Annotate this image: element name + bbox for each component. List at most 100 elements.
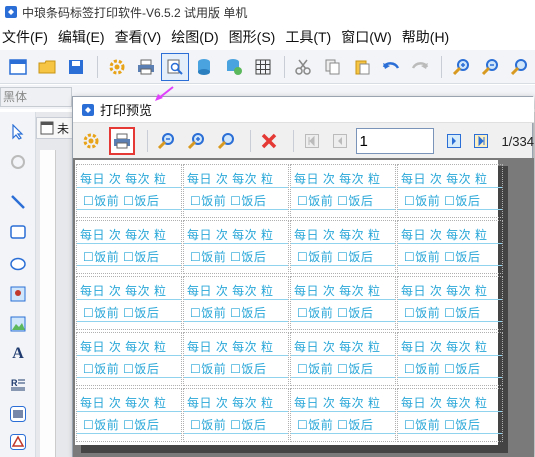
preview-zoom-in-button[interactable] xyxy=(184,128,208,154)
app-title: 中琅条码标签打印软件-V6.5.2 试用版 单机 xyxy=(22,5,248,20)
preview-toolbar-separator xyxy=(147,130,148,152)
redo-button[interactable] xyxy=(407,53,434,81)
medicine-label: 每日 次 每次 粒 ☐饭前 ☐饭后 xyxy=(290,276,396,330)
preview-toolbar-separator xyxy=(249,130,251,152)
label-dosage-text: 每日 次 每次 粒 xyxy=(291,170,395,188)
preview-zoom-out-button[interactable] xyxy=(154,128,178,154)
database-button[interactable] xyxy=(191,53,218,81)
rotate-tool-button[interactable] xyxy=(6,150,30,174)
copy-button[interactable] xyxy=(319,53,346,81)
medicine-label: 每日 次 每次 粒 ☐饭前 ☐饭后 xyxy=(397,388,503,442)
previous-page-button[interactable] xyxy=(328,128,352,154)
zoom-in-button[interactable] xyxy=(447,53,474,81)
drawing-toolbar: A R xyxy=(0,112,36,457)
shape-tool-button[interactable] xyxy=(6,430,30,454)
menu-help[interactable]: 帮助(H) xyxy=(400,27,457,47)
line-tool-button[interactable] xyxy=(6,190,30,214)
label-dosage-text: 每日 次 每次 粒 xyxy=(398,394,502,412)
database-settings-button[interactable] xyxy=(220,53,247,81)
database-icon xyxy=(198,58,211,75)
barcode-tool-button[interactable] xyxy=(6,402,30,426)
save-button[interactable] xyxy=(63,53,90,81)
close-x-icon xyxy=(261,133,276,149)
last-page-icon xyxy=(474,134,489,148)
select-tool-button[interactable] xyxy=(6,120,30,144)
label-dosage-text: 每日 次 每次 粒 xyxy=(398,170,502,188)
first-page-button[interactable] xyxy=(300,128,324,154)
font-family-select[interactable]: 黑体 xyxy=(0,87,72,107)
label-meal-checkbox-text: ☐饭前 ☐饭后 xyxy=(291,360,395,378)
new-button[interactable] xyxy=(4,53,31,81)
preview-print-button[interactable] xyxy=(108,127,136,155)
preview-close-button[interactable] xyxy=(257,128,281,154)
menu-shape[interactable]: 图形(S) xyxy=(227,27,284,47)
paste-button[interactable] xyxy=(348,53,375,81)
rich-text-icon: R xyxy=(11,378,25,391)
last-page-button[interactable] xyxy=(470,128,494,154)
menu-bar: 文件(F) 编辑(E) 查看(V) 绘图(D) 图形(S) 工具(T) 窗口(W… xyxy=(0,24,535,50)
settings-button[interactable] xyxy=(103,53,130,81)
copy-icon xyxy=(325,59,340,74)
toolbar-separator xyxy=(441,55,443,78)
menu-tools[interactable]: 工具(T) xyxy=(283,27,339,47)
preview-toolbar-separator xyxy=(292,130,294,152)
picture-icon xyxy=(10,286,26,302)
medicine-label: 每日 次 每次 粒 ☐饭前 ☐饭后 xyxy=(76,276,182,330)
text-tool-button[interactable]: A xyxy=(6,342,30,366)
cut-button[interactable] xyxy=(290,53,317,81)
image-tool-button[interactable] xyxy=(6,282,30,306)
medicine-label: 每日 次 每次 粒 ☐饭前 ☐饭后 xyxy=(183,388,289,442)
menu-window[interactable]: 窗口(W) xyxy=(339,27,400,47)
label-dosage-text: 每日 次 每次 粒 xyxy=(77,226,181,244)
ellipse-icon xyxy=(10,257,26,271)
page-number-input[interactable] xyxy=(355,128,434,154)
preview-area[interactable]: 每日 次 每次 粒 ☐饭前 ☐饭后 每日 次 每次 粒 ☐饭前 ☐饭后 每日 次 每次 … xyxy=(73,158,534,457)
toolbar-separator xyxy=(96,55,98,78)
preview-settings-button[interactable] xyxy=(79,128,103,154)
zoom-out-icon xyxy=(157,133,174,150)
print-preview-button[interactable] xyxy=(161,52,189,81)
label-meal-checkbox-text: ☐饭前 ☐饭后 xyxy=(291,304,395,322)
grid-button[interactable] xyxy=(249,53,276,81)
landscape-icon xyxy=(10,316,26,332)
printer-icon xyxy=(114,133,130,149)
rectangle-icon xyxy=(10,225,26,239)
rectangle-tool-button[interactable] xyxy=(6,220,30,244)
text-a-icon: A xyxy=(12,345,24,362)
label-dosage-text: 每日 次 每次 粒 xyxy=(184,394,288,412)
label-meal-checkbox-text: ☐饭前 ☐饭后 xyxy=(184,360,288,378)
preview-actual-size-button[interactable] xyxy=(214,128,238,154)
medicine-label: 每日 次 每次 粒 ☐饭前 ☐饭后 xyxy=(397,220,503,274)
annotation-arrow-icon xyxy=(155,86,174,101)
medicine-label: 每日 次 每次 粒 ☐饭前 ☐饭后 xyxy=(397,276,503,330)
landscape-image-tool-button[interactable] xyxy=(6,312,30,336)
zoom-out-button[interactable] xyxy=(476,53,503,81)
label-meal-checkbox-text: ☐饭前 ☐饭后 xyxy=(184,416,288,434)
medicine-label: 每日 次 每次 粒 ☐饭前 ☐饭后 xyxy=(290,332,396,386)
label-meal-checkbox-text: ☐饭前 ☐饭后 xyxy=(398,248,502,266)
menu-view[interactable]: 查看(V) xyxy=(113,27,170,47)
preview-toolbar: 1/334 xyxy=(73,124,534,158)
label-meal-checkbox-text: ☐饭前 ☐饭后 xyxy=(398,360,502,378)
medicine-label: 每日 次 每次 粒 ☐饭前 ☐饭后 xyxy=(76,220,182,274)
label-dosage-text: 每日 次 每次 粒 xyxy=(291,394,395,412)
print-button[interactable] xyxy=(132,53,159,81)
redo-icon xyxy=(412,61,429,69)
rich-text-tool-button[interactable]: R xyxy=(6,372,30,396)
menu-edit[interactable]: 编辑(E) xyxy=(56,27,113,47)
menu-file[interactable]: 文件(F) xyxy=(0,27,56,47)
magnifier-icon xyxy=(217,133,234,150)
next-page-button[interactable] xyxy=(442,128,466,154)
zoom-fit-button[interactable] xyxy=(506,53,533,81)
label-meal-checkbox-text: ☐饭前 ☐饭后 xyxy=(77,248,181,266)
open-button[interactable] xyxy=(33,53,60,81)
medicine-label: 每日 次 每次 粒 ☐饭前 ☐饭后 xyxy=(76,164,182,218)
preview-titlebar: 打印预览 xyxy=(73,97,534,123)
scissors-icon xyxy=(295,59,312,75)
menu-draw[interactable]: 绘图(D) xyxy=(169,27,226,47)
medicine-label: 每日 次 每次 粒 ☐饭前 ☐饭后 xyxy=(76,388,182,442)
database-gear-icon xyxy=(226,58,242,75)
undo-button[interactable] xyxy=(378,53,405,81)
ellipse-tool-button[interactable] xyxy=(6,252,30,276)
label-meal-checkbox-text: ☐饭前 ☐饭后 xyxy=(291,248,395,266)
